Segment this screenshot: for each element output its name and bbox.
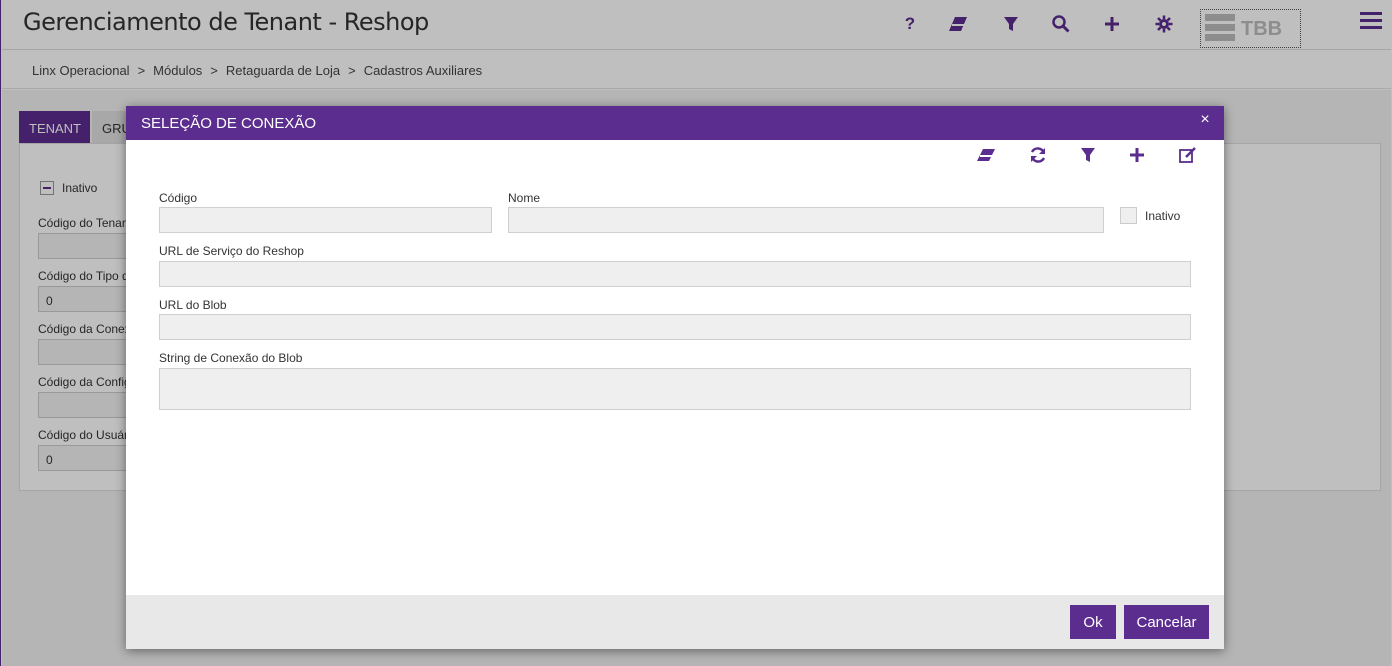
- dialog-header: SELEÇÃO DE CONEXÃO ×: [126, 106, 1224, 140]
- url-blob-label: URL do Blob: [159, 298, 227, 312]
- ok-button[interactable]: Ok: [1070, 605, 1116, 639]
- nome-input[interactable]: [508, 207, 1104, 233]
- connection-selection-dialog: SELEÇÃO DE CONEXÃO × Código Nome Inativo…: [126, 106, 1224, 649]
- nome-label: Nome: [508, 191, 541, 205]
- plus-icon[interactable]: [1126, 144, 1148, 166]
- cancel-button[interactable]: Cancelar: [1124, 605, 1209, 639]
- codigo-label: Código: [159, 191, 198, 205]
- close-icon[interactable]: ×: [1197, 112, 1213, 128]
- refresh-icon[interactable]: [1027, 144, 1049, 166]
- filter-icon[interactable]: [1077, 144, 1099, 166]
- inativo-checkbox[interactable]: [1120, 207, 1137, 224]
- edit-icon[interactable]: [1177, 144, 1199, 166]
- string-conexao-label: String de Conexão do Blob: [159, 351, 303, 365]
- dialog-title: SELEÇÃO DE CONEXÃO: [141, 115, 317, 132]
- dialog-footer: Ok Cancelar: [126, 595, 1224, 649]
- eraser-icon[interactable]: [975, 144, 997, 166]
- codigo-input[interactable]: [159, 207, 492, 233]
- url-servico-input[interactable]: [159, 261, 1191, 287]
- url-blob-input[interactable]: [159, 314, 1191, 340]
- url-servico-label: URL de Serviço do Reshop: [159, 244, 304, 258]
- inativo-label: Inativo: [1145, 209, 1181, 223]
- string-conexao-textarea[interactable]: [159, 368, 1191, 410]
